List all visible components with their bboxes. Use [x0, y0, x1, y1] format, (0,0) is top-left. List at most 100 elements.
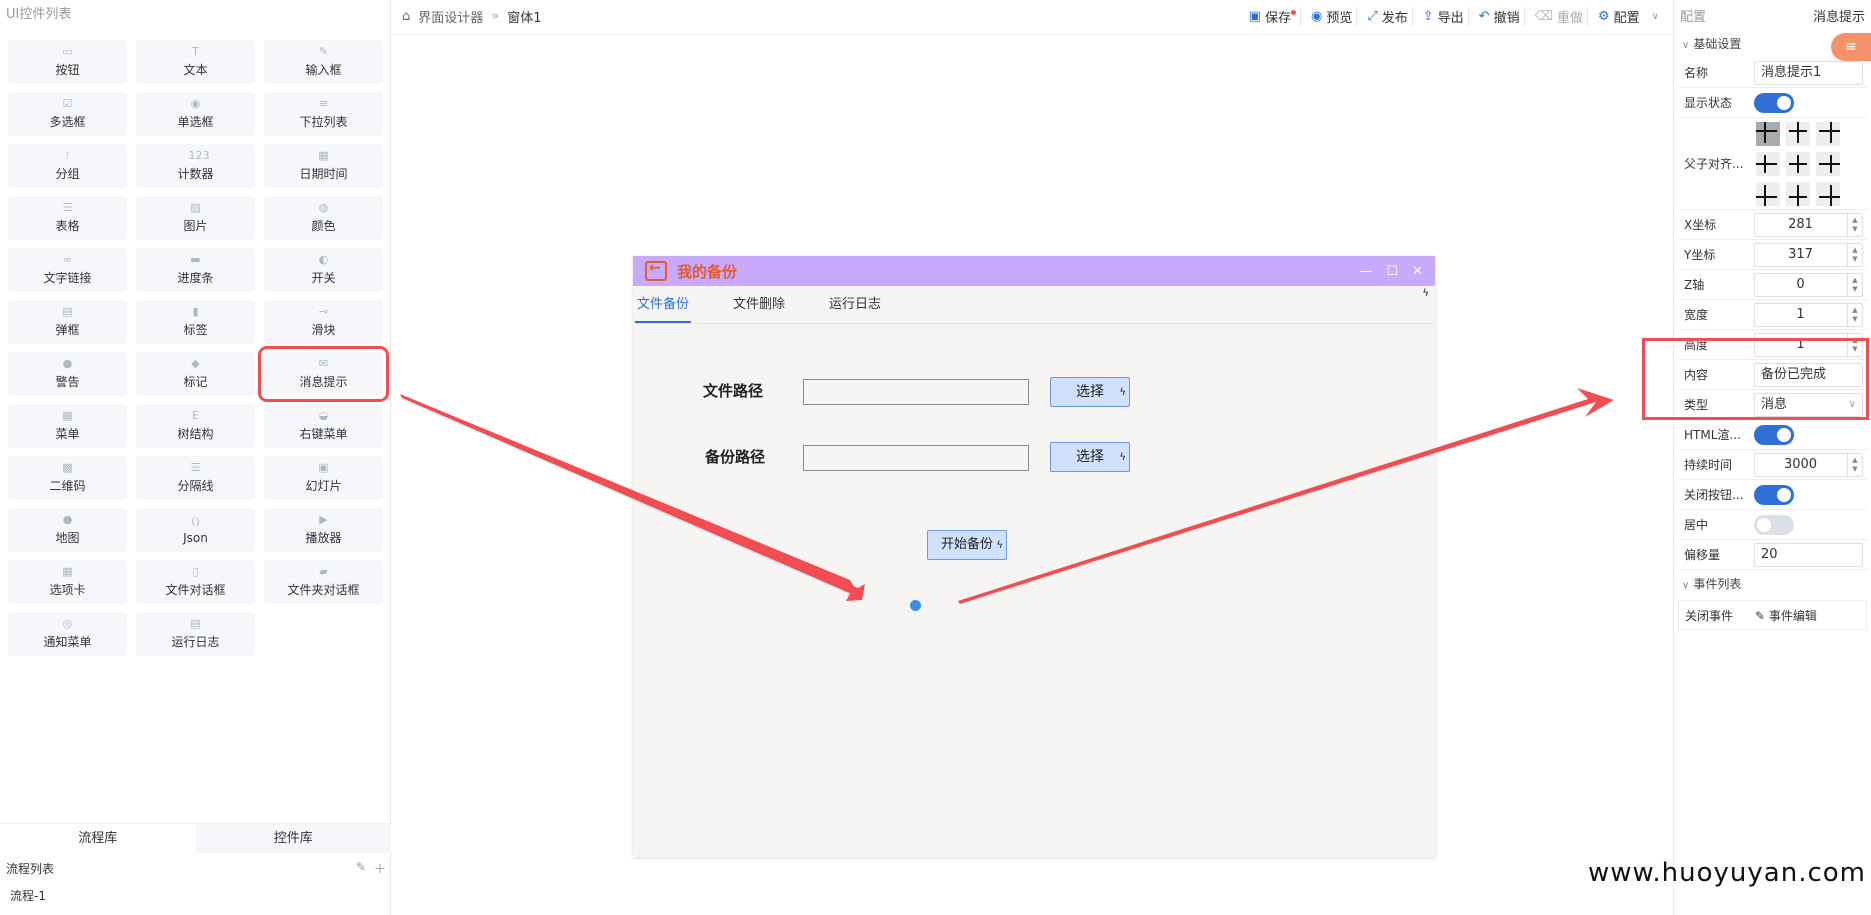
- control-item[interactable]: ◉ 单选框: [136, 92, 255, 136]
- control-item[interactable]: ▶ 播放器: [264, 508, 383, 552]
- control-item[interactable]: ▯ 文件对话框: [136, 560, 255, 604]
- control-item[interactable]: ≡ 下拉列表: [264, 92, 383, 136]
- spin-up-icon: ▲: [1852, 275, 1858, 284]
- control-item[interactable]: ◆ 标记: [136, 352, 255, 396]
- flow-item[interactable]: 流程-1: [10, 887, 46, 904]
- type-select[interactable]: 消息 ∨: [1754, 392, 1863, 417]
- save-button[interactable]: ▣ 保存: [1245, 6, 1301, 26]
- name-input[interactable]: 消息提示1: [1754, 60, 1863, 85]
- content-input[interactable]: 备份已完成: [1754, 362, 1863, 387]
- align-option-icon[interactable]: [1816, 181, 1840, 206]
- designed-window[interactable]: 我的备份 — ☐ ✕ 文件备份 文件删除 运行日志 ϟ: [633, 256, 1435, 857]
- control-item[interactable]: ◍ 颜色: [264, 196, 383, 240]
- control-item[interactable]: ▮ 标签: [136, 300, 255, 344]
- export-button[interactable]: ⇪ 导出: [1419, 6, 1469, 26]
- breadcrumb-designer[interactable]: 界面设计器: [418, 7, 483, 26]
- control-item[interactable]: ⊸ 滑块: [264, 300, 383, 344]
- message-tip-component[interactable]: [910, 600, 921, 611]
- top-toolbar: ⌂ 界面设计器 » 窗体1 ▣ 保存 ◉ 预览 ⤢ 发布 ⇪ 导出 ↶ 撤销 ⌫ 重做 ⚙ 配…: [392, 0, 1673, 32]
- control-item[interactable]: ▣ 幻灯片: [264, 456, 383, 500]
- minimize-icon[interactable]: —: [1359, 264, 1372, 279]
- control-item[interactable]: ▤ 弹框: [8, 300, 127, 344]
- chevron-down-icon: ∨: [1682, 580, 1690, 591]
- tab-flow-library[interactable]: 流程库: [0, 824, 196, 853]
- html-toggle[interactable]: [1754, 424, 1794, 445]
- align-option-icon[interactable]: [1786, 181, 1810, 206]
- y-stepper[interactable]: 317 ▲ ▼: [1754, 242, 1863, 267]
- menu-fab-icon[interactable]: ≡: [1831, 33, 1871, 61]
- redo-button[interactable]: ⌫ 重做: [1531, 6, 1588, 26]
- control-item[interactable]: () Json: [136, 508, 255, 552]
- control-item[interactable]: ▬ 进度条: [136, 248, 255, 292]
- align-option-icon[interactable]: [1816, 121, 1840, 146]
- control-icon: ◎: [62, 617, 73, 630]
- tab-file-delete[interactable]: 文件删除: [731, 286, 787, 323]
- align-option-icon[interactable]: [1756, 151, 1780, 176]
- event-edit-link[interactable]: ✎ 事件编辑: [1755, 607, 1817, 624]
- event-list-section[interactable]: ∨ 事件列表: [1674, 570, 1871, 598]
- control-item[interactable]: ▭ 按钮: [8, 40, 127, 84]
- control-item[interactable]: ▨ 图片: [136, 196, 255, 240]
- maximize-icon[interactable]: ☐: [1386, 264, 1398, 279]
- width-stepper[interactable]: 1 ▲ ▼: [1754, 302, 1863, 327]
- add-flow-icon[interactable]: ＋: [374, 860, 386, 877]
- control-item[interactable]: ▰ 文件夹对话框: [264, 560, 383, 604]
- select-backup-button[interactable]: 选择 ϟ: [1050, 442, 1130, 472]
- config-button[interactable]: ⚙ 配置 ∨: [1594, 7, 1663, 26]
- control-item[interactable]: ⁝ 分组: [8, 144, 127, 188]
- control-item[interactable]: 123 计数器: [136, 144, 255, 188]
- show-toggle[interactable]: [1754, 92, 1794, 113]
- tab-run-log[interactable]: 运行日志: [827, 286, 883, 323]
- tab-file-backup[interactable]: 文件备份: [635, 286, 692, 323]
- x-stepper[interactable]: 281 ▲ ▼: [1754, 212, 1863, 237]
- close-icon[interactable]: ✕: [1412, 264, 1423, 279]
- control-item[interactable]: ● 警告: [8, 352, 127, 396]
- control-item[interactable]: E 树结构: [136, 404, 255, 448]
- control-item[interactable]: ◐ 开关: [264, 248, 383, 292]
- duration-stepper[interactable]: 3000 ▲ ▼: [1754, 452, 1863, 477]
- publish-button[interactable]: ⤢ 发布: [1363, 6, 1413, 26]
- spin-down-icon: ▼: [1852, 344, 1858, 353]
- control-item[interactable]: ▦ 日期时间: [264, 144, 383, 188]
- backup-path-input[interactable]: [803, 445, 1029, 471]
- control-item[interactable]: ✉ 消息提示: [258, 346, 389, 402]
- file-path-input[interactable]: [803, 379, 1029, 405]
- preview-button[interactable]: ◉ 预览: [1307, 6, 1358, 26]
- control-item[interactable]: ▩ 二维码: [8, 456, 127, 500]
- align-option-icon[interactable]: [1756, 121, 1780, 146]
- align-option-icon[interactable]: [1756, 181, 1780, 206]
- offset-input[interactable]: 20: [1754, 542, 1863, 567]
- start-backup-button[interactable]: 开始备份 ϟ: [927, 530, 1007, 560]
- tab-control-library[interactable]: 控件库: [195, 824, 391, 853]
- control-item[interactable]: ◎ 通知菜单: [8, 612, 127, 656]
- control-icon: ◉: [190, 97, 201, 110]
- control-item[interactable]: ● 地图: [8, 508, 127, 552]
- control-label: 文字链接: [43, 271, 92, 285]
- control-item[interactable]: ☰ 表格: [8, 196, 127, 240]
- close-button-toggle[interactable]: [1754, 484, 1794, 505]
- edit-flow-icon[interactable]: ✎: [356, 860, 366, 877]
- undo-button[interactable]: ↶ 撤销: [1475, 6, 1525, 26]
- height-stepper[interactable]: 1 ▲ ▼: [1754, 332, 1863, 357]
- control-item[interactable]: ▤ 运行日志: [136, 612, 255, 656]
- prop-close-button: 关闭按钮...: [1678, 480, 1867, 510]
- align-option-icon[interactable]: [1786, 121, 1810, 146]
- control-item[interactable]: ▦ 选项卡: [8, 560, 127, 604]
- control-item[interactable]: ▦ 菜单: [8, 404, 127, 448]
- control-item[interactable]: ☰ 分隔线: [136, 456, 255, 500]
- control-item[interactable]: ◒ 右键菜单: [264, 404, 383, 448]
- z-stepper[interactable]: 0 ▲ ▼: [1754, 272, 1863, 297]
- control-label: 地图: [55, 531, 80, 545]
- control-item[interactable]: ∞ 文字链接: [8, 248, 127, 292]
- control-item[interactable]: T 文本: [136, 40, 255, 84]
- control-label: 标签: [183, 323, 208, 337]
- watermark: www.huoyuyan.com: [1588, 858, 1866, 888]
- control-item[interactable]: ✎ 输入框: [264, 40, 383, 84]
- center-toggle[interactable]: [1754, 514, 1794, 535]
- select-file-button[interactable]: 选择 ϟ: [1050, 377, 1130, 407]
- home-icon[interactable]: ⌂: [402, 9, 410, 24]
- control-item[interactable]: ☑ 多选框: [8, 92, 127, 136]
- window-title-bar[interactable]: 我的备份 — ☐ ✕: [633, 256, 1435, 286]
- align-option-icon[interactable]: [1816, 151, 1840, 176]
- align-option-icon[interactable]: [1786, 151, 1810, 176]
